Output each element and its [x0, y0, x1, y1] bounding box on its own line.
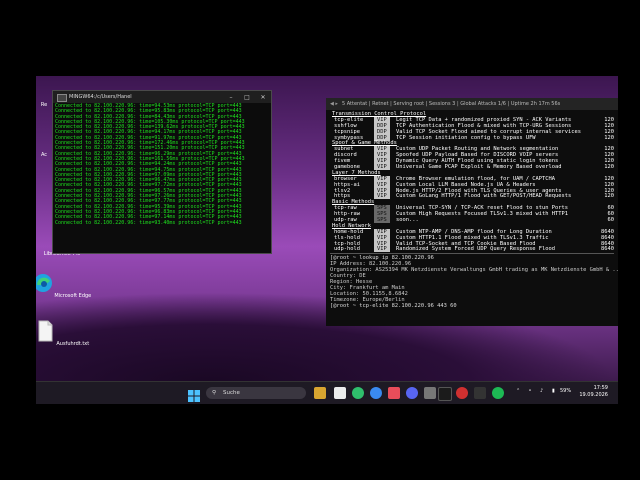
terminal-body: Transmission Control Protocol tcp-elite VI…	[326, 110, 618, 309]
minimize-icon[interactable]: –	[223, 94, 239, 101]
battery-icon[interactable]: ▮	[552, 388, 555, 394]
mingw-terminal-window[interactable]: MINGW64:/c/Users/Hanel – □ ✕ Connected t…	[52, 90, 272, 254]
battery-percent: 59%	[560, 388, 572, 394]
command-line[interactable]: [@root ~ tcp-elite 82.100.220.96 443 60	[330, 303, 614, 309]
terminal-taskbar-icon[interactable]	[438, 387, 452, 401]
taskbar: ⚲ Suche ⌃ ⚬ ♪ ▮ 59% 17:59 19.09.2026	[36, 381, 618, 404]
desktop-icon-edge[interactable]: Microsoft Edge	[36, 272, 92, 299]
chrome-icon[interactable]	[352, 387, 364, 399]
edge-icon	[36, 274, 52, 292]
desktop-icon-label: Ausfuhrdt.txt	[56, 341, 90, 347]
desktop-icon-label: Ac	[40, 152, 48, 158]
terminal-app-icon	[57, 94, 67, 102]
terminal-tab-bar: ◀ ▸ 5 Attentat | Retnet | Serving root |…	[326, 98, 618, 110]
speaker-icon[interactable]: ♪	[540, 388, 543, 394]
search-icon: ⚲	[212, 390, 217, 396]
taskbar-app-icon-7[interactable]	[424, 387, 436, 399]
method-description: Randomized System Forced UDP Query Respo…	[396, 246, 556, 253]
method-name: udp-hold	[334, 246, 360, 253]
clock-time: 17:59	[593, 385, 608, 391]
taskbar-app-icon-5[interactable]	[388, 387, 400, 399]
desktop-icon-label: Microsoft Edge	[54, 293, 92, 299]
taskbar-search-box[interactable]: ⚲ Suche	[206, 387, 306, 399]
tier-badge: VIP	[374, 246, 390, 253]
windows-logo-icon	[188, 390, 200, 402]
maximize-icon[interactable]: □	[239, 94, 255, 101]
wifi-icon[interactable]: ⚬	[528, 388, 532, 394]
divider	[330, 253, 614, 255]
spotify-icon[interactable]	[492, 387, 504, 399]
desktop-icon-label: Re	[40, 102, 48, 108]
tray-chevron-icon[interactable]: ⌃	[516, 388, 520, 394]
attack-panel-terminal[interactable]: ◀ ▸ 5 Attentat | Retnet | Serving root |…	[326, 98, 618, 326]
taskbar-app-icon-10[interactable]	[474, 387, 486, 399]
desktop-icon-textfile[interactable]: Ausfuhrdt.txt	[36, 320, 92, 347]
window-titlebar[interactable]: MINGW64:/c/Users/Hanel – □ ✕	[53, 91, 271, 103]
window-title: MINGW64:/c/Users/Hanel	[69, 94, 132, 100]
method-row: udp-hold VIP Randomized System Forced UDP …	[330, 246, 614, 253]
method-time: 8640	[601, 246, 614, 253]
terminal-output-line: Connected to 82.100.220.96: time=93.40ms…	[55, 219, 242, 226]
edge-taskbar-icon[interactable]	[370, 387, 382, 399]
terminal-output: Connected to 82.100.220.96: time=94.53ms…	[53, 103, 271, 227]
taskbar-app-icon-2[interactable]	[334, 387, 346, 399]
search-placeholder: Suche	[223, 390, 240, 396]
file-explorer-icon[interactable]	[314, 387, 326, 399]
text-file-icon	[38, 320, 53, 342]
clock-date: 19.09.2026	[579, 392, 608, 398]
discord-icon[interactable]	[406, 387, 418, 399]
taskbar-app-icon-9[interactable]	[456, 387, 468, 399]
clock[interactable]: 17:59 19.09.2026	[576, 385, 608, 399]
tab-bar-status: 5 Attentat | Retnet | Serving root | Ses…	[341, 101, 561, 107]
start-button[interactable]	[188, 387, 200, 402]
close-icon[interactable]: ✕	[255, 94, 271, 101]
tab-bar-icons: ◀ ▸	[330, 101, 338, 107]
desktop-screen: Re Ac LibreOffice 7.6 Microsoft Edge Aus…	[36, 76, 618, 404]
